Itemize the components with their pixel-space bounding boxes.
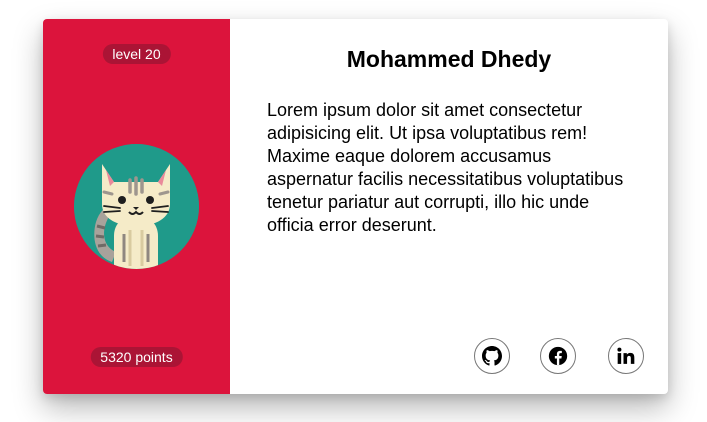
profile-name: Mohammed Dhedy [346,46,552,72]
cat-icon [74,144,199,269]
points-badge: 5320 points [90,347,183,367]
linkedin-button[interactable] [608,338,644,374]
avatar [74,144,199,269]
github-icon [482,346,502,366]
facebook-button[interactable] [540,338,576,374]
github-button[interactable] [474,338,510,374]
profile-card: level 20 5320 points Mohammed Dhedy Lore… [43,19,668,394]
profile-bio: Lorem ipsum dolor sit amet consectetur a… [267,100,624,235]
linkedin-icon [617,347,635,364]
profile-sidebar: level 20 5320 points [43,19,230,394]
profile-content: Mohammed Dhedy Lorem ipsum dolor sit ame… [230,19,668,394]
facebook-icon [548,346,568,366]
level-badge: level 20 [102,44,171,64]
